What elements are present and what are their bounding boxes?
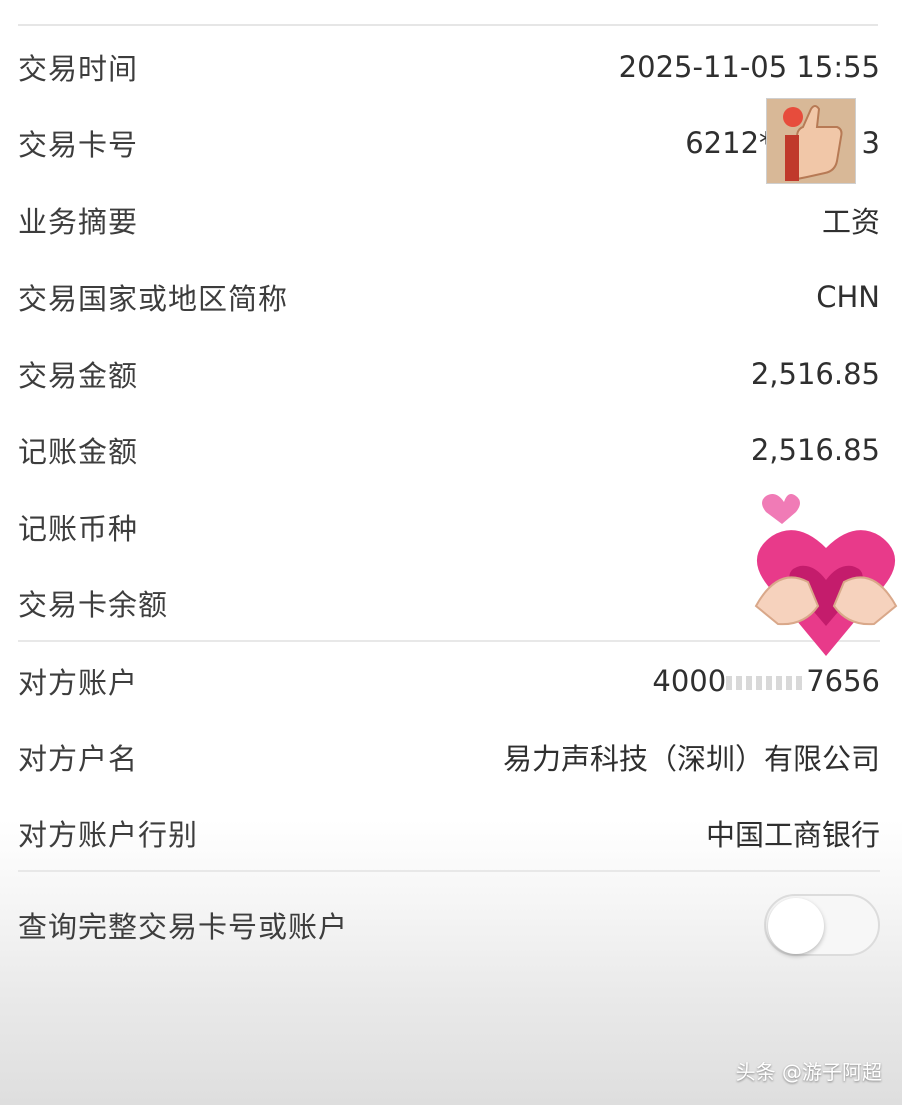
detail-row-booked-amount: 记账金额 2,516.85 xyxy=(18,425,880,475)
counterparty-name-label: 对方户名 xyxy=(18,742,139,776)
counterparty-account-value: 4000 7656 xyxy=(652,664,880,698)
counterparty-account-suffix: 7656 xyxy=(806,664,880,698)
transaction-detail-page: 交易时间 2025-11-05 15:55 交易卡号 6212* 3 业务摘要 工… xyxy=(0,0,902,1105)
detail-row-country: 交易国家或地区简称 CHN xyxy=(18,272,880,322)
thumbs-up-sticker-icon xyxy=(766,98,856,184)
card-number-label: 交易卡号 xyxy=(18,128,139,162)
summary-label: 业务摘要 xyxy=(18,205,139,239)
toggle-knob xyxy=(768,898,824,954)
time-value: 2025-11-05 15:55 xyxy=(618,50,880,84)
amount-label: 交易金额 xyxy=(18,359,139,393)
detail-row-summary: 业务摘要 工资 xyxy=(18,195,880,245)
booked-amount-value: 2,516.85 xyxy=(750,433,880,467)
country-value: CHN xyxy=(816,280,880,314)
counterparty-name-value: 易力声科技（深圳）有限公司 xyxy=(502,742,880,776)
heart-hands-sticker-icon xyxy=(748,486,902,666)
booked-amount-label: 记账金额 xyxy=(18,435,139,469)
toggle-divider xyxy=(18,870,880,872)
amount-value: 2,516.85 xyxy=(750,357,880,391)
detail-row-card-number: 交易卡号 6212* 3 xyxy=(18,118,880,168)
full-number-toggle-label: 查询完整交易卡号或账户 xyxy=(18,910,349,944)
time-label: 交易时间 xyxy=(18,52,139,86)
counterparty-account-prefix: 4000 xyxy=(652,664,727,698)
counterparty-account-label: 对方账户 xyxy=(18,666,139,700)
full-number-toggle-row: 查询完整交易卡号或账户 xyxy=(18,893,880,957)
currency-label: 记账币种 xyxy=(18,512,139,546)
counterparty-bank-label: 对方账户行别 xyxy=(18,818,199,852)
card-number-suffix: 3 xyxy=(861,126,880,160)
detail-row-time: 交易时间 2025-11-05 15:55 xyxy=(18,42,880,92)
country-label: 交易国家或地区简称 xyxy=(18,282,289,316)
full-number-toggle-switch[interactable] xyxy=(764,894,880,956)
counterparty-bank-value: 中国工商银行 xyxy=(705,818,880,852)
detail-row-counterparty-name: 对方户名 易力声科技（深圳）有限公司 xyxy=(18,732,880,782)
card-number-prefix: 6212* xyxy=(685,126,774,160)
summary-value: 工资 xyxy=(821,205,880,239)
watermark-text: 头条 @游子阿超 xyxy=(735,1060,882,1084)
top-divider xyxy=(18,24,878,26)
detail-row-counterparty-bank: 对方账户行别 中国工商银行 xyxy=(18,808,880,858)
detail-row-amount: 交易金额 2,516.85 xyxy=(18,349,880,399)
balance-label: 交易卡余额 xyxy=(18,588,169,622)
counterparty-account-masked xyxy=(726,676,807,690)
